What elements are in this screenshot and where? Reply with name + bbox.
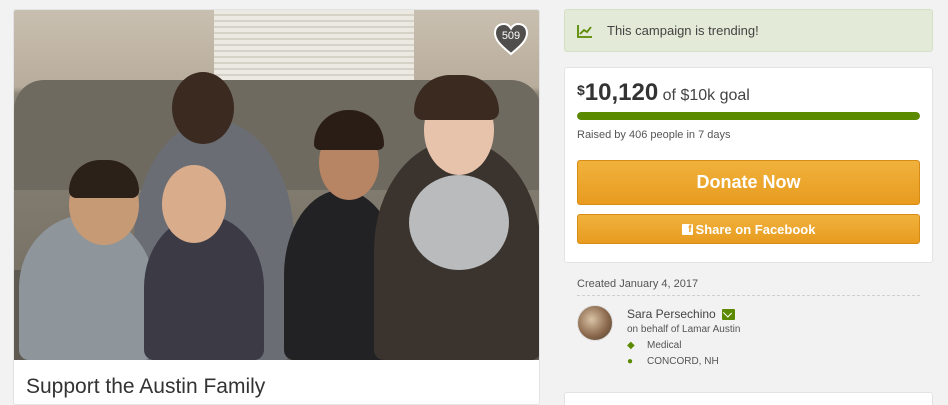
tag-icon: ◆ [627,340,635,351]
location-row: ● CONCORD, NH [627,356,719,367]
baby [409,175,509,270]
campaign-photo: 509 [14,10,539,360]
raised-summary: Raised by 406 people in 7 days [577,129,731,141]
currency-symbol: $ [577,82,585,98]
trend-chart-icon [577,24,592,38]
organizer: Sara Persechino [627,307,735,321]
amount-raised: 10,120 [584,79,659,106]
divider [577,295,920,296]
campaign-title: Support the Austin Family [26,375,266,398]
avatar[interactable] [577,305,613,341]
donation-card: $10,120 of $10k goal Raised by 406 peopl… [564,67,933,263]
category-link[interactable]: Medical [647,340,681,351]
next-card [564,392,933,405]
facebook-icon: f [681,223,693,235]
window-blinds [214,10,414,85]
progress-fill [577,112,920,120]
mail-icon[interactable] [721,308,735,320]
category-row: ◆ Medical [627,340,681,351]
share-facebook-button[interactable]: f Share on Facebook [577,214,920,244]
donate-button[interactable]: Donate Now [577,160,920,205]
organizer-name[interactable]: Sara Persechino [627,307,716,321]
favorite-heart-button[interactable]: 509 [493,22,529,56]
created-date: Created January 4, 2017 [577,278,699,290]
trending-banner: This campaign is trending! [564,9,933,52]
goal-summary: $10,120 of $10k goal [577,79,750,107]
location-pin-icon: ● [627,356,634,367]
campaign-card: 509 Support the Austin Family [13,9,540,405]
goal-text: of $10k goal [662,87,750,104]
share-label: Share on Facebook [695,221,816,237]
trending-text: This campaign is trending! [607,23,759,38]
favorite-count: 509 [501,30,521,42]
progress-bar [577,112,920,120]
on-behalf-text: on behalf of Lamar Austin [627,324,741,335]
campaign-page: 509 Support the Austin Family This campa… [0,0,948,405]
location-text: CONCORD, NH [647,356,719,367]
